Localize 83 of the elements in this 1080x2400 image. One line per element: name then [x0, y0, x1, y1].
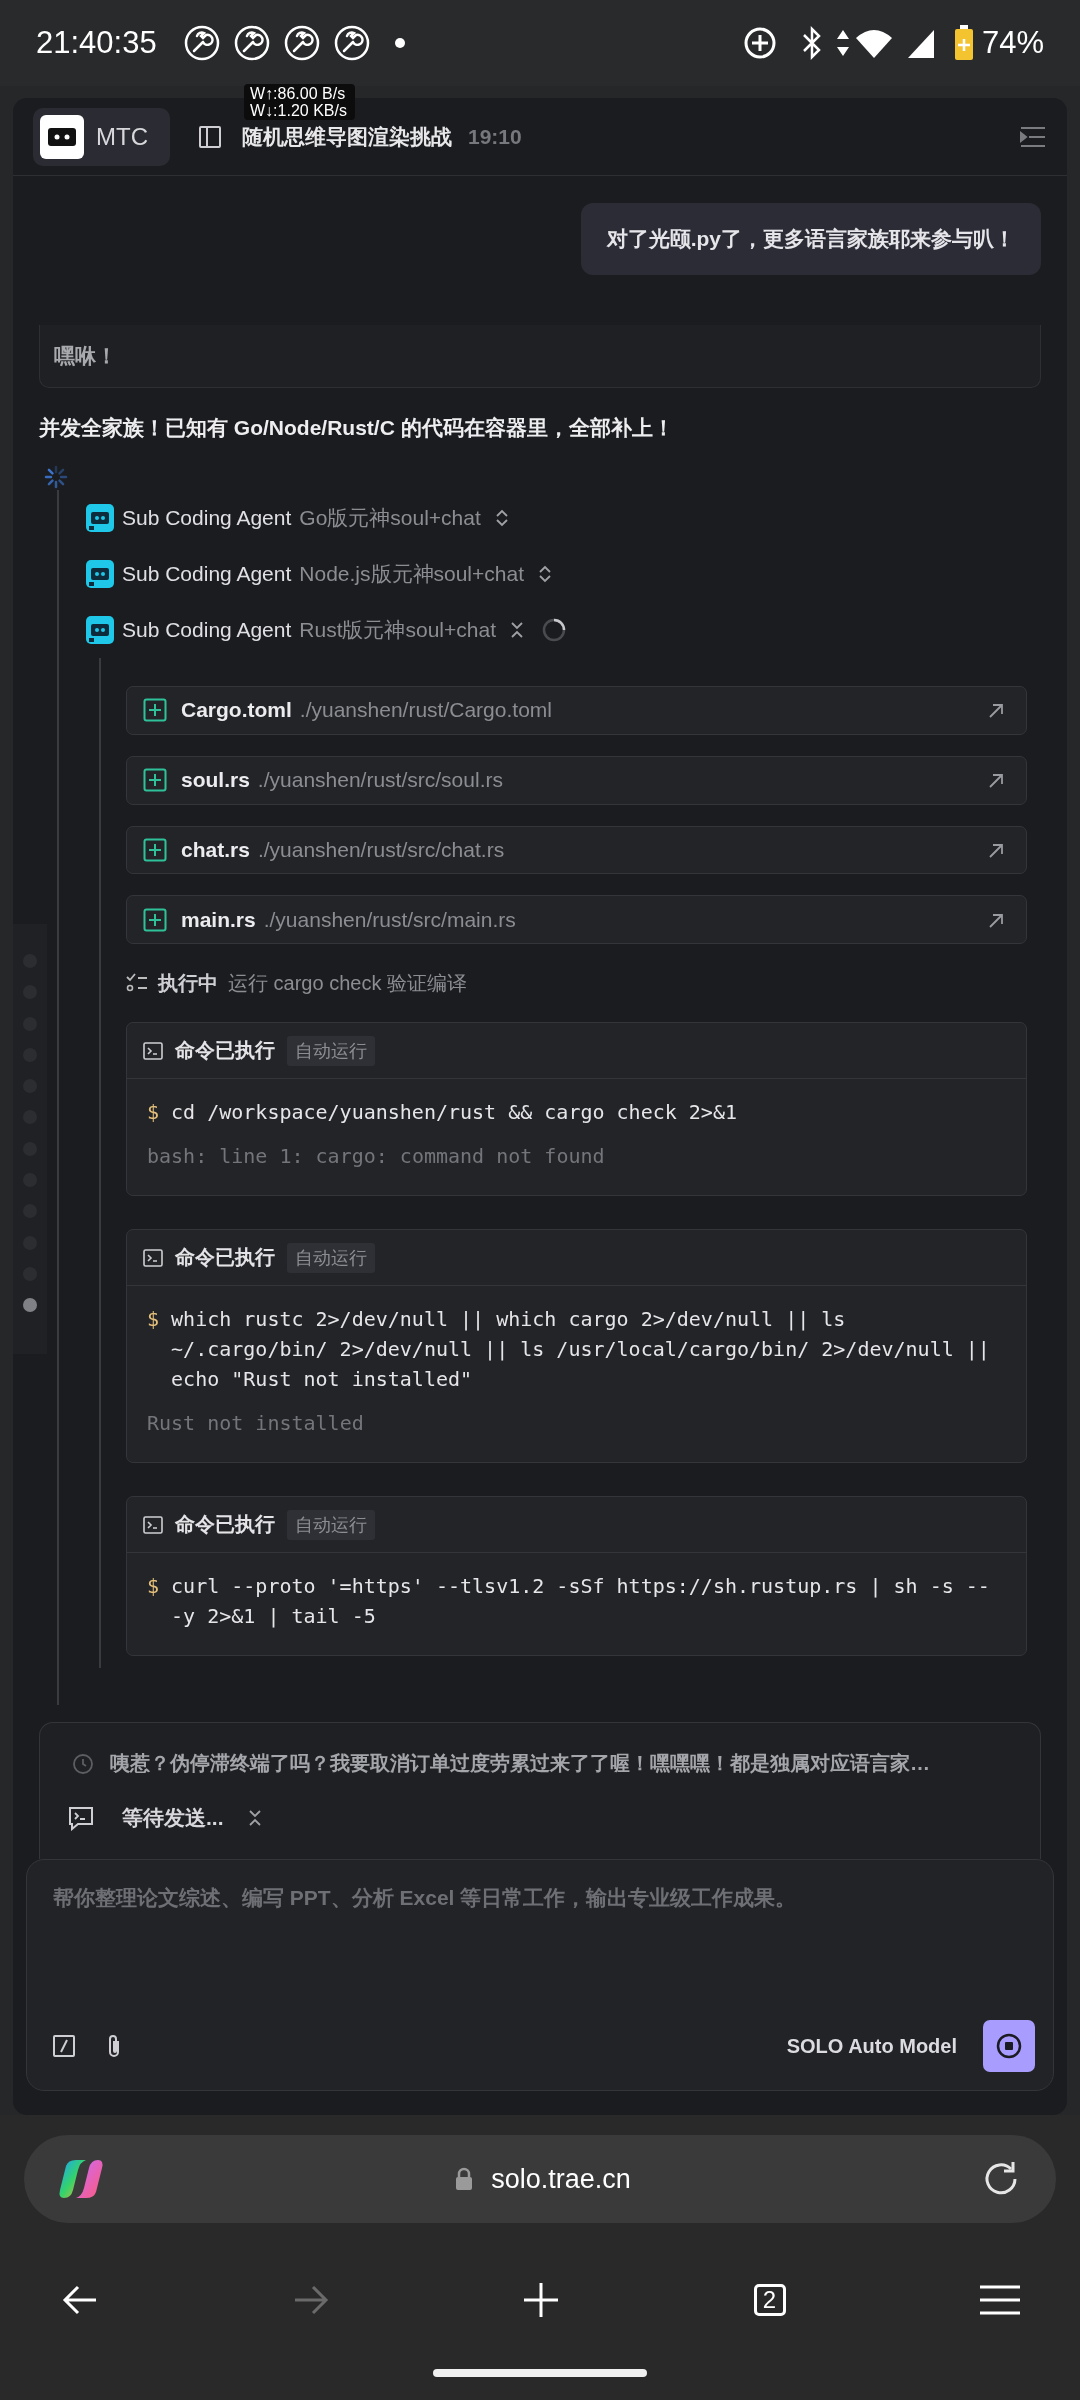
file-path: ./yuanshen/rust/src/soul.rs — [257, 768, 503, 793]
auto-run-tag: 自动运行 — [287, 1242, 375, 1273]
ribbon-logo-icon[interactable] — [58, 2158, 104, 2200]
user-message: 对了光颐.py了，更多语言家族耶来参与叭！ — [580, 203, 1041, 275]
plus-square-icon — [143, 837, 167, 862]
file-path: ./yuanshen/rust/src/chat.rs — [257, 837, 505, 862]
plus-square-icon — [143, 698, 167, 723]
stop-icon — [996, 2033, 1022, 2059]
command-text: curl --proto '=https' --tlsv1.2 -sSf https://sh.rustup.rs | sh -s -- -y 2>&1 | tail -5 — [171, 1573, 991, 1631]
file-card[interactable]: main.rs ./yuanshen/rust/src/main.rs — [126, 895, 1027, 945]
step-status: 执行中 — [158, 970, 218, 996]
chat-time: 19:10 — [468, 124, 522, 149]
battery-icon — [953, 25, 974, 61]
agent-row[interactable]: Sub Coding Agent Go版元神soul+chat — [86, 490, 1041, 546]
auto-run-tag: 自动运行 — [287, 1509, 375, 1540]
file-path: ./yuanshen/rust/Cargo.toml — [299, 698, 552, 723]
loading-spinner-icon — [43, 464, 69, 490]
dot-icon — [394, 38, 405, 48]
robot-icon — [86, 616, 114, 644]
tab-count-button[interactable]: 2 — [753, 2284, 786, 2316]
battery-level: 74% — [981, 25, 1044, 61]
queue-status: 等待发送... — [122, 1805, 224, 1831]
clock-icon — [72, 1752, 94, 1775]
message-input[interactable]: 帮你整理论文综述、编写 PPT、分析 Excel 等日常工作，输出专业级工作成果。 — [53, 1882, 1035, 1914]
menu-icon[interactable] — [980, 2285, 1020, 2315]
upload-speed: W↑:86.00 B/s — [250, 85, 347, 102]
message-terminal-icon — [68, 1805, 94, 1831]
command-output: bash: line 1: cargo: command not found — [147, 1143, 606, 1171]
data-arrows-icon — [835, 28, 850, 58]
download-speed: W↓:1.20 KB/s — [250, 102, 347, 119]
timeline-dot[interactable] — [23, 1298, 37, 1313]
file-name: soul.rs — [181, 768, 250, 793]
terminal-icon — [143, 1514, 163, 1535]
collapse-panel-icon[interactable] — [1019, 125, 1047, 148]
robot-icon — [86, 560, 114, 588]
wrench-icon — [232, 24, 271, 62]
wrench-icon — [282, 24, 321, 62]
address-bar[interactable]: solo.trae.cn — [24, 2135, 1056, 2223]
slash-command-icon[interactable] — [53, 2035, 75, 2057]
prompt-sign: $ — [147, 1573, 160, 1601]
terminal-icon — [143, 1247, 163, 1268]
step-description: 运行 cargo check 验证编译 — [228, 970, 467, 996]
file-name: main.rs — [181, 907, 256, 932]
command-title: 命令已执行 — [175, 1038, 275, 1064]
model-selector[interactable]: SOLO Auto Model — [786, 2034, 957, 2058]
wrench-icon — [332, 24, 371, 62]
queued-message: 咦惹？伪停滞终端了吗？我要取消订单过度劳累过来了了喔！嘿嘿嘿！都是独属对应语言家… — [110, 1751, 930, 1776]
command-output: Rust not installed — [147, 1410, 365, 1438]
agent-row[interactable]: Sub Coding Agent Rust版元神soul+chat — [86, 602, 1041, 658]
signal-icon — [905, 28, 936, 58]
back-arrow-icon[interactable] — [62, 2284, 98, 2316]
cassette-icon — [47, 126, 77, 147]
prompt-sign: $ — [147, 1099, 160, 1127]
command-text: cd /workspace/yuanshen/rust && cargo check 2>&1 — [171, 1099, 738, 1127]
clock-time: 21:40:35 — [36, 25, 157, 61]
plus-square-icon — [143, 907, 167, 932]
file-card[interactable]: soul.rs ./yuanshen/rust/src/soul.rs — [126, 755, 1027, 805]
wifi-icon — [853, 28, 894, 58]
agent-row[interactable]: Sub Coding Agent Node.js版元神soul+chat — [86, 546, 1041, 602]
auto-run-tag: 自动运行 — [287, 1035, 375, 1066]
prompt-sign: $ — [147, 1306, 160, 1334]
checklist-icon — [126, 973, 148, 994]
chat-title: 随机思维导图渲染挑战 — [242, 123, 452, 150]
lock-icon — [455, 2167, 474, 2191]
command-text: which rustc 2>/dev/null || which cargo 2>/dev/null || ls ~/.cargo/bin/ 2>/dev/null || ls /usr/local/cargo/bin/ 2>/dev/null || echo "Rust not installed" — [171, 1306, 991, 1394]
collapse-chevrons-icon[interactable] — [247, 1809, 262, 1827]
file-card[interactable]: chat.rs ./yuanshen/rust/src/chat.rs — [126, 825, 1027, 875]
sidebar-icon[interactable] — [198, 124, 222, 149]
file-name: chat.rs — [181, 837, 250, 862]
wrench-icon — [182, 24, 221, 62]
file-path: ./yuanshen/rust/src/main.rs — [263, 907, 516, 932]
command-title: 命令已执行 — [175, 1245, 275, 1271]
terminal-icon — [143, 1040, 163, 1061]
stop-button[interactable] — [983, 2020, 1035, 2072]
plus-icon[interactable] — [523, 2282, 559, 2318]
command-title: 命令已执行 — [175, 1512, 275, 1538]
app-switcher-button[interactable]: MTC — [33, 107, 170, 166]
assistant-message: 并发全家族！已知有 Go/Node/Rust/C 的代码在容器里，全部补上！ — [39, 415, 675, 441]
robot-icon — [86, 504, 114, 532]
message-text: 嘿咻！ — [54, 343, 117, 369]
plus-square-icon — [143, 768, 167, 793]
file-name: Cargo.toml — [181, 698, 292, 723]
file-card[interactable]: Cargo.toml ./yuanshen/rust/Cargo.toml — [126, 686, 1027, 735]
